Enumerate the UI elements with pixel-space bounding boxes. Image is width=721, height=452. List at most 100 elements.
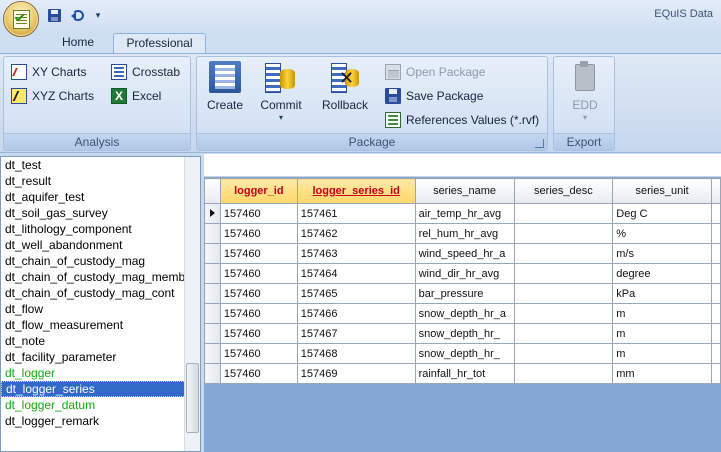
table-list-item[interactable]: dt_flow_measurement <box>1 317 200 333</box>
column-header-logger-id[interactable]: logger_id <box>219 178 298 204</box>
table-row[interactable]: 157460 157466 snow_depth_hr_a m <box>204 303 721 324</box>
customize-qat-button[interactable]: ▾ <box>92 10 104 21</box>
row-header[interactable] <box>204 283 221 304</box>
table-row[interactable]: 157460 157463 wind_speed_hr_a m/s <box>204 243 721 264</box>
cell-logger-id[interactable]: 157460 <box>219 283 298 304</box>
xy-charts-button[interactable]: XY Charts <box>11 62 86 82</box>
row-header[interactable] <box>204 343 221 364</box>
cell-series-name[interactable]: rel_hum_hr_avg <box>414 223 515 244</box>
cell-series-unit[interactable]: degree <box>612 263 712 284</box>
cell-series-unit[interactable]: Deg C <box>612 203 712 224</box>
cell-series-name[interactable]: snow_depth_hr_a <box>414 303 515 324</box>
cell-series-unit[interactable]: % <box>612 223 712 244</box>
table-row[interactable]: 157460 157464 wind_dir_hr_avg degree <box>204 263 721 284</box>
edd-dropdown-arrow[interactable]: ▾ <box>583 114 587 122</box>
cell-logger-series-id[interactable]: 157461 <box>296 203 416 224</box>
cell-series-desc[interactable] <box>513 263 614 284</box>
table-list-item[interactable]: dt_well_abandonment <box>1 237 200 253</box>
table-list-item[interactable]: dt_note <box>1 333 200 349</box>
table-list-item[interactable]: dt_chain_of_custody_mag_membe <box>1 269 200 285</box>
cell-series-unit[interactable]: m <box>612 343 712 364</box>
cell-logger-id[interactable]: 157460 <box>219 323 298 344</box>
column-header-series-unit[interactable]: series_unit <box>612 178 712 204</box>
qat-save-button[interactable] <box>44 6 64 24</box>
cell-logger-series-id[interactable]: 157468 <box>296 343 416 364</box>
cell-overflow[interactable] <box>710 243 721 264</box>
create-button[interactable]: Create <box>205 61 245 133</box>
cell-series-name[interactable]: rainfall_hr_tot <box>414 363 515 384</box>
tab-home[interactable]: Home <box>48 33 108 53</box>
table-row[interactable]: 157460 157462 rel_hum_hr_avg% <box>204 223 721 244</box>
cell-overflow[interactable] <box>710 203 721 224</box>
excel-button[interactable]: Excel <box>111 86 161 106</box>
dialog-launcher-icon[interactable] <box>535 139 544 148</box>
cell-series-name[interactable]: bar_pressure <box>414 283 515 304</box>
column-header-overflow[interactable] <box>710 178 721 204</box>
column-header-series-name[interactable]: series_name <box>414 178 515 204</box>
cell-overflow[interactable] <box>710 363 721 384</box>
table-row[interactable]: 157460 157461 air_temp_hr_avg Deg C <box>204 203 721 224</box>
column-header-logger-series-id[interactable]: logger_series_id <box>296 178 416 204</box>
row-header[interactable] <box>204 223 221 244</box>
scrollbar-thumb[interactable] <box>186 363 199 433</box>
commit-button[interactable]: Commit ▾ <box>257 61 305 133</box>
cell-series-desc[interactable] <box>513 283 614 304</box>
table-list-item[interactable]: dt_facility_parameter <box>1 349 200 365</box>
commit-dropdown-arrow[interactable]: ▾ <box>279 114 283 122</box>
cell-logger-id[interactable]: 157460 <box>219 343 298 364</box>
row-header[interactable] <box>204 243 221 264</box>
cell-series-desc[interactable] <box>513 203 614 224</box>
table-list-item[interactable]: dt_chain_of_custody_mag_cont <box>1 285 200 301</box>
row-header[interactable] <box>204 363 221 384</box>
row-header[interactable] <box>204 263 221 284</box>
column-header-series-desc[interactable]: series_desc <box>513 178 614 204</box>
cell-series-desc[interactable] <box>513 223 614 244</box>
cell-overflow[interactable] <box>710 323 721 344</box>
table-list-item[interactable]: dt_chain_of_custody_mag <box>1 253 200 269</box>
cell-logger-id[interactable]: 157460 <box>219 243 298 264</box>
grid-corner[interactable] <box>204 178 221 204</box>
cell-logger-series-id[interactable]: 157466 <box>296 303 416 324</box>
table-list[interactable]: dt_test dt_result dt_aquifer_test dt_soil_g… <box>0 156 201 452</box>
cell-series-name[interactable]: snow_depth_hr_ <box>414 323 515 344</box>
table-row[interactable]: 157460 157469 rainfall_hr_tot mm <box>204 363 721 384</box>
cell-logger-series-id[interactable]: 157469 <box>296 363 416 384</box>
cell-overflow[interactable] <box>710 303 721 324</box>
crosstab-button[interactable]: Crosstab <box>111 62 180 82</box>
cell-series-name[interactable]: snow_depth_hr_ <box>414 343 515 364</box>
qat-undo-button[interactable] <box>68 6 88 24</box>
table-row[interactable]: 157460 157465 bar_pressure kPa <box>204 283 721 304</box>
table-list-scrollbar[interactable] <box>184 157 200 451</box>
edd-button[interactable]: EDD ▾ <box>568 61 602 133</box>
cell-logger-series-id[interactable]: 157467 <box>296 323 416 344</box>
cell-logger-series-id[interactable]: 157465 <box>296 283 416 304</box>
xyz-charts-button[interactable]: XYZ Charts <box>11 86 94 106</box>
row-header[interactable] <box>204 203 221 224</box>
cell-logger-id[interactable]: 157460 <box>219 363 298 384</box>
table-list-item[interactable]: dt_logger <box>1 365 200 381</box>
cell-series-unit[interactable]: kPa <box>612 283 712 304</box>
cell-overflow[interactable] <box>710 283 721 304</box>
cell-series-desc[interactable] <box>513 303 614 324</box>
cell-series-unit[interactable]: m <box>612 303 712 324</box>
cell-logger-id[interactable]: 157460 <box>219 223 298 244</box>
save-package-button[interactable]: Save Package <box>385 86 483 106</box>
cell-logger-id[interactable]: 157460 <box>219 203 298 224</box>
cell-overflow[interactable] <box>710 343 721 364</box>
cell-logger-series-id[interactable]: 157463 <box>296 243 416 264</box>
cell-series-desc[interactable] <box>513 343 614 364</box>
table-list-item[interactable]: dt_test <box>1 157 200 173</box>
table-row[interactable]: 157460 157467 snow_depth_hr_ m <box>204 323 721 344</box>
table-list-item[interactable]: dt_lithology_component <box>1 221 200 237</box>
cell-overflow[interactable] <box>710 223 721 244</box>
cell-overflow[interactable] <box>710 263 721 284</box>
cell-series-unit[interactable]: m <box>612 323 712 344</box>
open-package-button[interactable]: Open Package <box>385 62 485 82</box>
cell-series-name[interactable]: air_temp_hr_avg <box>414 203 515 224</box>
table-list-item[interactable]: dt_soil_gas_survey <box>1 205 200 221</box>
table-list-item[interactable]: dt_logger_series <box>1 381 200 397</box>
cell-series-desc[interactable] <box>513 323 614 344</box>
cell-logger-series-id[interactable]: 157462 <box>296 223 416 244</box>
table-row[interactable]: 157460 157468 snow_depth_hr_ m <box>204 343 721 364</box>
cell-series-desc[interactable] <box>513 243 614 264</box>
